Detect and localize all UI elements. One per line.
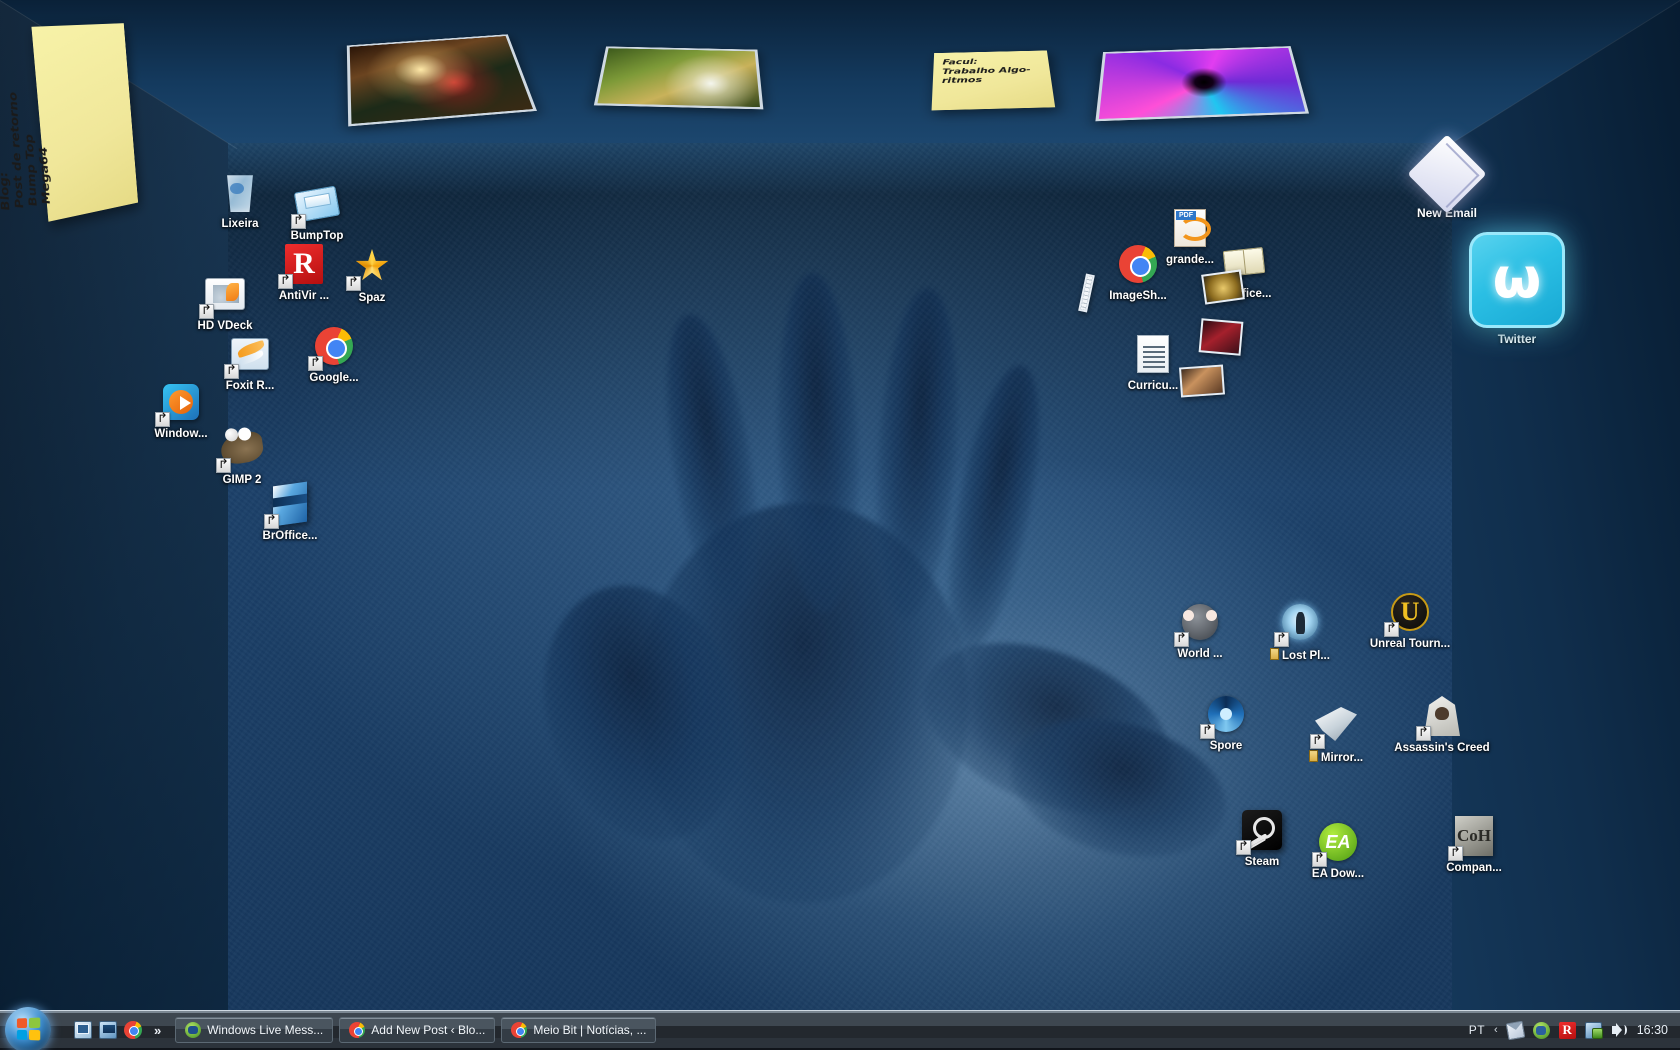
widget-label: Twitter xyxy=(1455,332,1579,346)
icon-label: Compan... xyxy=(1426,862,1522,874)
desktop-icon-hd-vdeck[interactable]: HD VDeck xyxy=(177,270,273,332)
widget-twitter[interactable]: ω Twitter xyxy=(1455,232,1579,346)
wall-photo-christmas[interactable] xyxy=(347,34,537,126)
desktop-icon-mirrors-edge[interactable]: Mirror... xyxy=(1288,700,1384,764)
desktop-icon-broffice-left[interactable]: BrOffice... xyxy=(242,480,338,542)
hd-vdeck-icon xyxy=(201,270,249,318)
desktop-icon-ea-downloader[interactable]: EA EA Dow... xyxy=(1290,818,1386,880)
photo-thumbnail[interactable] xyxy=(1199,318,1244,356)
icon-label: Google... xyxy=(286,372,382,384)
desktop-icon-assassins-creed[interactable]: Assassin's Creed xyxy=(1394,692,1490,754)
network-icon[interactable] xyxy=(1585,1022,1602,1039)
msn-messenger-icon xyxy=(185,1022,201,1038)
windows-start-orb-icon xyxy=(5,1007,51,1050)
quick-launch-overflow-chevron[interactable]: » xyxy=(154,1023,161,1038)
text-document-icon xyxy=(1129,330,1177,378)
icon-label: EA Dow... xyxy=(1290,868,1386,880)
windows-live-mail-icon[interactable] xyxy=(1505,1020,1525,1040)
twitter-glyph: ω xyxy=(1493,246,1542,311)
google-chrome-icon xyxy=(1114,240,1162,288)
taskbar-button-label: Windows Live Mess... xyxy=(207,1023,323,1037)
google-chrome-icon xyxy=(310,322,358,370)
chrome-icon[interactable] xyxy=(124,1021,142,1039)
icon-label: ImageSh... xyxy=(1090,290,1186,302)
desktop-icon-imageshack[interactable]: ImageSh... xyxy=(1090,240,1186,302)
icon-label: BrOffice... xyxy=(242,530,338,542)
icon-label: Spaz xyxy=(324,292,420,304)
icon-label: World ... xyxy=(1152,648,1248,660)
unreal-tournament-icon: U xyxy=(1386,588,1434,636)
bumptop-room[interactable]: Blog: Post de retorno Bump Top Mega64 Fa… xyxy=(0,0,1680,1010)
taskbar-button-label: Add New Post ‹ Blo... xyxy=(371,1023,485,1037)
volume-icon[interactable] xyxy=(1611,1022,1628,1039)
tray-expand-chevron-icon[interactable]: ‹ xyxy=(1494,1024,1498,1036)
desktop-icon-gimp[interactable]: GIMP 2 xyxy=(194,424,290,486)
steam-icon xyxy=(1238,806,1286,854)
taskbar-clock[interactable]: 16:30 xyxy=(1637,1023,1668,1037)
taskbar-button-messenger[interactable]: Windows Live Mess... xyxy=(175,1017,333,1043)
quick-launch-bar[interactable]: » xyxy=(74,1021,161,1039)
spore-icon xyxy=(1202,690,1250,738)
icon-label: Assassin's Creed xyxy=(1394,742,1490,754)
sticky-note-facul[interactable]: Facul: Trabalho Algo- ritmos xyxy=(932,50,1056,110)
desktop-icon-unreal-tournament[interactable]: U Unreal Tourn... xyxy=(1362,588,1458,650)
mirrors-edge-icon xyxy=(1312,700,1360,748)
sticky-note-blog-text: Blog: Post de retorno Bump Top Mega64 xyxy=(0,90,54,212)
windows-media-player-icon xyxy=(157,378,205,426)
antivir-umbrella-icon: R xyxy=(280,240,328,288)
taskbar-button-label: Meio Bit | Notícias, ... xyxy=(533,1023,646,1037)
assassins-creed-icon xyxy=(1418,692,1466,740)
foxit-reader-icon xyxy=(226,330,274,378)
show-desktop-icon[interactable] xyxy=(99,1021,117,1039)
twitter-icon: ω xyxy=(1469,232,1565,328)
desktop-icon-spaz[interactable]: Spaz xyxy=(324,242,420,304)
icon-label: Unreal Tourn... xyxy=(1362,638,1458,650)
world-of-warcraft-icon xyxy=(1176,598,1224,646)
start-button[interactable] xyxy=(2,1011,56,1049)
wall-photo-butterfly[interactable] xyxy=(594,46,764,109)
chrome-icon xyxy=(349,1022,365,1038)
antivir-tray-icon[interactable]: R xyxy=(1559,1022,1576,1039)
broffice-icon xyxy=(266,480,314,528)
language-indicator[interactable]: PT xyxy=(1469,1023,1485,1037)
taskbar[interactable]: » Windows Live Mess... Add New Post ‹ Bl… xyxy=(0,1010,1680,1050)
lost-planet-icon xyxy=(1276,598,1324,646)
spaz-star-icon xyxy=(348,242,396,290)
icon-label: Lost Pl... xyxy=(1252,648,1348,662)
desktop-icon-bumptop[interactable]: BumpTop xyxy=(269,180,365,242)
icon-label: Mirror... xyxy=(1288,750,1384,764)
envelope-icon xyxy=(1407,134,1486,213)
desktop-icon-lost-planet[interactable]: Lost Pl... xyxy=(1252,598,1348,662)
desktop-screen: Blog: Post de retorno Bump Top Mega64 Fa… xyxy=(0,0,1680,1050)
desktop-icon-company-of-heroes[interactable]: CoH Compan... xyxy=(1426,812,1522,874)
chrome-icon xyxy=(511,1022,527,1038)
switch-windows-icon[interactable] xyxy=(74,1021,92,1039)
sticky-note-blog[interactable]: Blog: Post de retorno Bump Top Mega64 xyxy=(31,23,138,222)
system-tray[interactable]: PT ‹ R 16:30 xyxy=(1469,1022,1680,1039)
company-of-heroes-icon: CoH xyxy=(1450,812,1498,860)
widget-new-email[interactable]: New Email xyxy=(1392,146,1502,220)
desktop-icon-world-of-warcraft[interactable]: World ... xyxy=(1152,598,1248,660)
icon-label: Spore xyxy=(1178,740,1274,752)
bumptop-icon xyxy=(293,180,341,228)
messenger-contact-icon[interactable] xyxy=(1533,1022,1550,1039)
desktop-icon-spore[interactable]: Spore xyxy=(1178,690,1274,752)
wall-photo-abstract[interactable] xyxy=(1095,46,1309,121)
gimp-icon xyxy=(218,424,266,472)
sticky-note-facul-text: Facul: Trabalho Algo- ritmos xyxy=(942,56,1033,86)
desktop-icon-google-chrome[interactable]: Google... xyxy=(286,322,382,384)
top-wall[interactable] xyxy=(0,0,1680,150)
taskbar-task-list[interactable]: Windows Live Mess... Add New Post ‹ Blo.… xyxy=(175,1017,656,1043)
taskbar-button-meio-bit[interactable]: Meio Bit | Notícias, ... xyxy=(501,1017,656,1043)
photo-thumbnail[interactable] xyxy=(1179,365,1225,398)
ea-downloader-icon: EA xyxy=(1314,818,1362,866)
photo-thumbnail[interactable] xyxy=(1201,269,1245,304)
recycle-bin-icon xyxy=(216,168,264,216)
folder-badge-icon xyxy=(1309,750,1318,762)
folder-badge-icon xyxy=(1270,648,1279,660)
taskbar-button-add-new-post[interactable]: Add New Post ‹ Blo... xyxy=(339,1017,495,1043)
